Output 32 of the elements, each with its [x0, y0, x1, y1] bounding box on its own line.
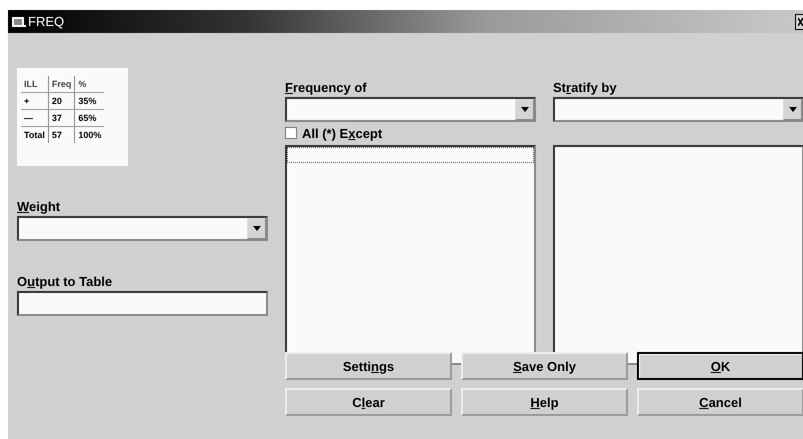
table-cell: 57 [48, 126, 75, 143]
stratify-by-dropdown[interactable] [553, 97, 803, 122]
table-cell: Total [21, 126, 48, 143]
output-table-label: Output to Table [17, 274, 114, 289]
dialog-button[interactable]: Settings [285, 352, 452, 380]
dialog-button[interactable]: Clear [285, 388, 452, 416]
dialog-button[interactable]: Help [461, 388, 628, 416]
stratify-by-label: Stratify by [553, 80, 618, 95]
dialog-button[interactable]: Cancel [637, 388, 803, 416]
dialog-button[interactable]: OK [637, 352, 803, 380]
close-button[interactable] [795, 14, 803, 30]
table-cell: 100% [74, 126, 104, 143]
dialog-button[interactable]: Save Only [461, 352, 628, 380]
table-header: % [74, 76, 104, 92]
table-cell: 65% [74, 110, 104, 126]
table-cell: 35% [74, 92, 104, 110]
checkbox[interactable] [285, 127, 297, 139]
table-cell: + [21, 92, 48, 110]
table-header: Freq [48, 76, 75, 92]
table-cell: 37 [48, 110, 75, 126]
window-icon [12, 16, 26, 28]
output-table-field[interactable] [17, 291, 268, 316]
table-header: ILL [21, 76, 48, 92]
window-title: FREQ [28, 14, 64, 29]
all-except-label: All (*) Except [302, 126, 382, 140]
list-item[interactable] [287, 147, 534, 163]
table-cell: 20 [48, 92, 75, 110]
table-cell: — [21, 110, 48, 126]
weight-dropdown[interactable] [17, 216, 268, 241]
weight-label: Weight [17, 199, 62, 214]
frequency-of-dropdown[interactable] [285, 97, 536, 122]
frequency-of-label: Frequency of [285, 80, 368, 95]
